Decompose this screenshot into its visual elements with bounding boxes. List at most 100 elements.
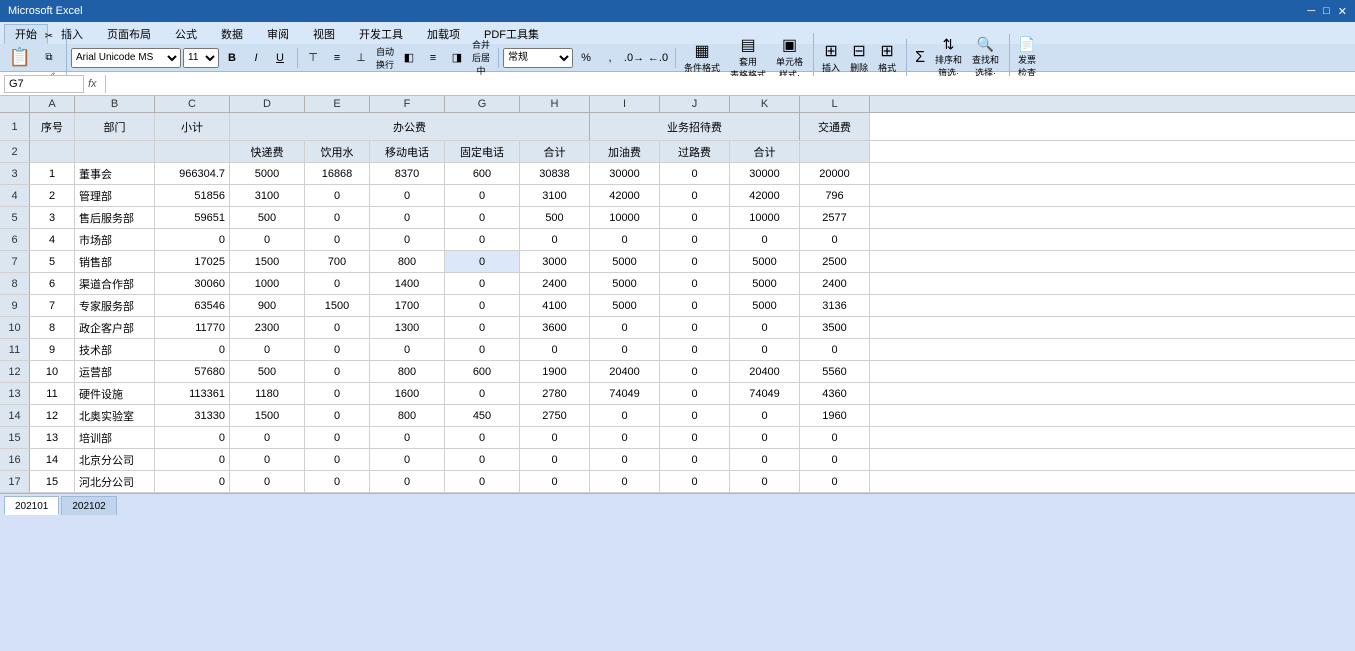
cell-J[interactable]: 0 bbox=[660, 383, 730, 404]
cell-A[interactable]: 3 bbox=[30, 207, 75, 228]
cell-A[interactable]: 15 bbox=[30, 471, 75, 492]
align-top-button[interactable]: ⊤ bbox=[302, 48, 324, 68]
cell-J[interactable]: 0 bbox=[660, 361, 730, 382]
align-center-button[interactable]: ≡ bbox=[422, 48, 444, 68]
tab-developer[interactable]: 开发工具 bbox=[348, 24, 414, 44]
cell-I[interactable]: 5000 bbox=[590, 251, 660, 272]
minimize-btn[interactable]: ─ bbox=[1307, 5, 1315, 18]
cell-H[interactable]: 0 bbox=[520, 471, 590, 492]
cell-L2[interactable] bbox=[800, 141, 870, 162]
cell-K[interactable]: 5000 bbox=[730, 295, 800, 316]
cell-K[interactable]: 30000 bbox=[730, 163, 800, 184]
cell-B[interactable]: 政企客户部 bbox=[75, 317, 155, 338]
cell-B[interactable]: 渠道合作部 bbox=[75, 273, 155, 294]
decrease-decimal-button[interactable]: ←.0 bbox=[647, 48, 669, 68]
cell-B[interactable]: 硬件设施 bbox=[75, 383, 155, 404]
cell-K[interactable]: 5000 bbox=[730, 251, 800, 272]
cell-H[interactable]: 2780 bbox=[520, 383, 590, 404]
tab-data[interactable]: 数据 bbox=[210, 24, 254, 44]
col-header-G[interactable]: G bbox=[445, 96, 520, 112]
maximize-btn[interactable]: □ bbox=[1323, 5, 1330, 18]
cell-E[interactable]: 0 bbox=[305, 471, 370, 492]
cell-I[interactable]: 0 bbox=[590, 449, 660, 470]
cell-E[interactable]: 1500 bbox=[305, 295, 370, 316]
wrap-text-button[interactable]: 自动换行 bbox=[374, 48, 396, 68]
cell-G[interactable]: 0 bbox=[445, 427, 520, 448]
cell-A2[interactable] bbox=[30, 141, 75, 162]
sheet-tab-202102[interactable]: 202102 bbox=[61, 496, 116, 515]
cell-B[interactable]: 专家服务部 bbox=[75, 295, 155, 316]
cell-F2[interactable]: 移动电话 bbox=[370, 141, 445, 162]
cell-B[interactable]: 销售部 bbox=[75, 251, 155, 272]
cell-L[interactable]: 0 bbox=[800, 427, 870, 448]
cell-F[interactable]: 0 bbox=[370, 427, 445, 448]
close-btn[interactable]: ✕ bbox=[1338, 5, 1347, 18]
cell-G[interactable]: 0 bbox=[445, 229, 520, 250]
cell-A1[interactable]: 序号 bbox=[30, 113, 75, 140]
sheet-tab-202101[interactable]: 202101 bbox=[4, 496, 59, 515]
cell-C[interactable]: 0 bbox=[155, 449, 230, 470]
cell-G2[interactable]: 固定电话 bbox=[445, 141, 520, 162]
invoice-check-button[interactable]: 📄发票检查 bbox=[1014, 34, 1040, 81]
cell-A[interactable]: 13 bbox=[30, 427, 75, 448]
cell-H[interactable]: 2400 bbox=[520, 273, 590, 294]
cell-L[interactable]: 20000 bbox=[800, 163, 870, 184]
cell-K[interactable]: 0 bbox=[730, 471, 800, 492]
cell-J[interactable]: 0 bbox=[660, 405, 730, 426]
col-header-F[interactable]: F bbox=[370, 96, 445, 112]
cell-G[interactable]: 450 bbox=[445, 405, 520, 426]
tab-view[interactable]: 视图 bbox=[302, 24, 346, 44]
increase-decimal-button[interactable]: .0→ bbox=[623, 48, 645, 68]
cell-D[interactable]: 0 bbox=[230, 427, 305, 448]
cell-F[interactable]: 0 bbox=[370, 207, 445, 228]
align-right-button[interactable]: ◨ bbox=[446, 48, 468, 68]
cell-J[interactable]: 0 bbox=[660, 427, 730, 448]
cell-D[interactable]: 2300 bbox=[230, 317, 305, 338]
cell-A[interactable]: 14 bbox=[30, 449, 75, 470]
cell-I[interactable]: 0 bbox=[590, 317, 660, 338]
cell-L[interactable]: 2577 bbox=[800, 207, 870, 228]
tab-review[interactable]: 审阅 bbox=[256, 24, 300, 44]
cell-L[interactable]: 0 bbox=[800, 229, 870, 250]
cell-B1[interactable]: 部门 bbox=[75, 113, 155, 140]
cell-J[interactable]: 0 bbox=[660, 471, 730, 492]
cell-E[interactable]: 700 bbox=[305, 251, 370, 272]
cell-G[interactable]: 0 bbox=[445, 449, 520, 470]
col-header-I[interactable]: I bbox=[590, 96, 660, 112]
cell-E[interactable]: 0 bbox=[305, 427, 370, 448]
cell-A[interactable]: 9 bbox=[30, 339, 75, 360]
cell-H[interactable]: 2750 bbox=[520, 405, 590, 426]
cell-B[interactable]: 售后服务部 bbox=[75, 207, 155, 228]
col-header-J[interactable]: J bbox=[660, 96, 730, 112]
cell-L[interactable]: 3136 bbox=[800, 295, 870, 316]
cell-G[interactable]: 0 bbox=[445, 339, 520, 360]
cell-C[interactable]: 0 bbox=[155, 229, 230, 250]
cell-J[interactable]: 0 bbox=[660, 449, 730, 470]
cell-I[interactable]: 30000 bbox=[590, 163, 660, 184]
cell-I[interactable]: 0 bbox=[590, 229, 660, 250]
cell-F[interactable]: 800 bbox=[370, 251, 445, 272]
insert-button[interactable]: ⊞插入 bbox=[818, 39, 844, 76]
cell-H[interactable]: 3000 bbox=[520, 251, 590, 272]
cell-H[interactable]: 500 bbox=[520, 207, 590, 228]
cell-G[interactable]: 0 bbox=[445, 383, 520, 404]
find-select-button[interactable]: 🔍查找和选择· bbox=[968, 34, 1003, 81]
cell-A[interactable]: 8 bbox=[30, 317, 75, 338]
cell-D1-merged[interactable]: 办公费 bbox=[230, 113, 590, 140]
cell-G[interactable]: 0 bbox=[445, 207, 520, 228]
cell-I[interactable]: 0 bbox=[590, 471, 660, 492]
cell-B[interactable]: 市场部 bbox=[75, 229, 155, 250]
cell-B[interactable]: 运营部 bbox=[75, 361, 155, 382]
cell-J[interactable]: 0 bbox=[660, 185, 730, 206]
cell-I[interactable]: 0 bbox=[590, 427, 660, 448]
col-header-A[interactable]: A bbox=[30, 96, 75, 112]
cell-H[interactable]: 0 bbox=[520, 339, 590, 360]
cell-D[interactable]: 5000 bbox=[230, 163, 305, 184]
align-left-button[interactable]: ◧ bbox=[398, 48, 420, 68]
cell-F[interactable]: 800 bbox=[370, 405, 445, 426]
col-header-K[interactable]: K bbox=[730, 96, 800, 112]
cell-J2[interactable]: 过路费 bbox=[660, 141, 730, 162]
cell-E[interactable]: 0 bbox=[305, 207, 370, 228]
formula-input[interactable]: 0 bbox=[110, 76, 1351, 92]
tab-addins[interactable]: 加载项 bbox=[416, 24, 471, 44]
